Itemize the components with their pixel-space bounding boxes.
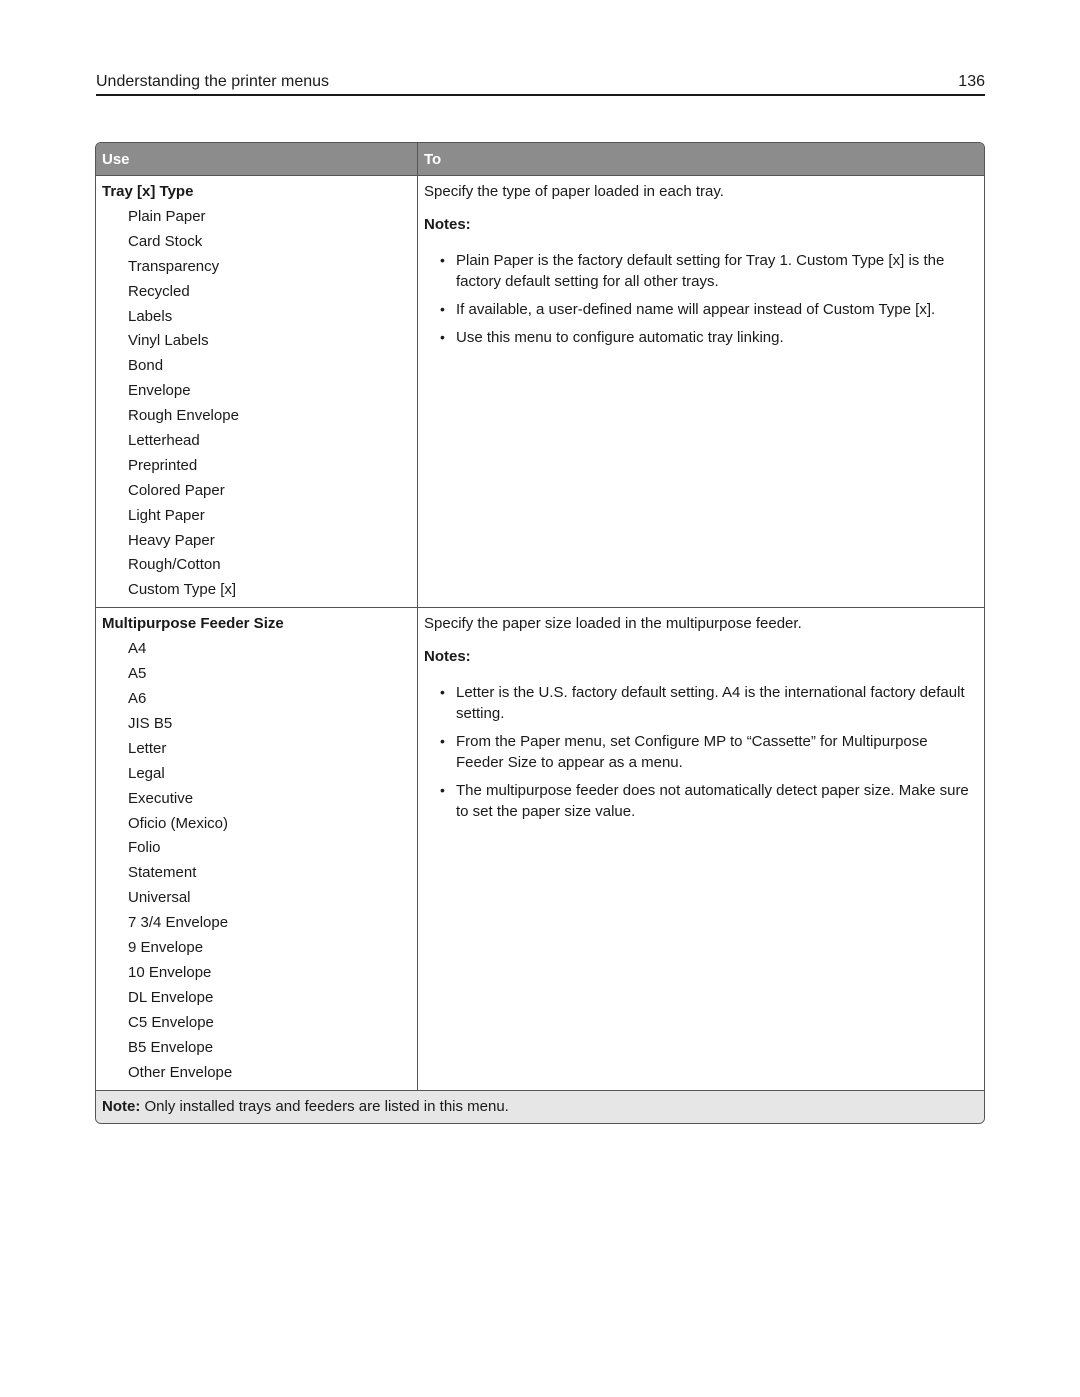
setting-name: Multipurpose Feeder Size — [102, 615, 284, 633]
note-text: Letter is the U.S. factory default setti… — [456, 684, 965, 723]
notes-list: • Plain Paper is the factory default sett… — [424, 250, 978, 348]
setting-option: Colored Paper — [128, 481, 225, 499]
bullet-icon: • — [440, 782, 445, 799]
note-item: • Plain Paper is the factory default sett… — [424, 250, 978, 292]
bullet-icon: • — [440, 301, 445, 317]
setting-option: Envelope — [128, 382, 191, 400]
setting-option: Executive — [128, 789, 194, 807]
setting-option: Statement — [128, 864, 197, 882]
setting-option: Plain Paper — [128, 208, 206, 225]
setting-option: 9 Envelope — [128, 939, 204, 957]
setting-option: Card Stock — [128, 232, 203, 250]
notes-label: Notes: — [424, 648, 471, 666]
setting-option: Light Paper — [128, 506, 205, 524]
use-cell: Tray [x] Type Plain Paper Card Stock Transp… — [96, 176, 418, 608]
menu-table: Use To Tray [x] Type Plain Paper Card Stoc… — [95, 142, 985, 1124]
setting-option: Legal — [128, 764, 165, 782]
note-item: • Letter is the U.S. factory default sett… — [424, 682, 978, 724]
setting-option: A6 — [128, 690, 147, 708]
note-item: • From the Paper menu, set Configure MP t… — [424, 731, 978, 773]
note-item: • The multipurpose feeder does not automa… — [424, 780, 978, 822]
table-row: Tray [x] Type Plain Paper Card Stock Transp… — [96, 176, 984, 609]
setting-option: Labels — [128, 307, 173, 325]
page-header: Understanding the printer menus 136 — [96, 68, 985, 96]
setting-option: Transparency — [128, 257, 220, 275]
setting-option: B5 Envelope — [128, 1038, 214, 1056]
table-footer-note: Note: Only installed trays and feeders a… — [96, 1090, 984, 1123]
setting-option: Other Envelope — [128, 1063, 233, 1081]
table-row: Multipurpose Feeder Size A4 A5 A6 JIS B5 Lett… — [96, 608, 984, 1091]
bullet-icon: • — [440, 329, 445, 345]
table-body: Tray [x] Type Plain Paper Card Stock Transp… — [96, 176, 984, 1091]
note-item: • Use this menu to configure automatic tr… — [424, 327, 978, 348]
setting-description: Specify the type of paper loaded in each… — [424, 183, 724, 200]
note-text: From the Paper menu, set Configure MP to… — [456, 733, 928, 772]
setting-option: Folio — [128, 839, 161, 857]
setting-option: Rough Envelope — [128, 407, 239, 425]
setting-option: Recycled — [128, 282, 190, 300]
column-header-use: Use — [96, 143, 418, 175]
setting-option: Rough/Cotton — [128, 556, 221, 574]
notes-list: • Letter is the U.S. factory default sett… — [424, 682, 978, 822]
setting-option: Bond — [128, 357, 164, 375]
column-header-to: To — [424, 151, 442, 168]
setting-option: Oficio (Mexico) — [128, 814, 229, 832]
setting-option: Heavy Paper — [128, 531, 215, 549]
page-number: 136 — [958, 73, 985, 90]
setting-option: 10 Envelope — [128, 963, 212, 981]
setting-option: Preprinted — [128, 456, 198, 474]
note-item: • If available, a user-defined name will … — [424, 299, 978, 320]
use-cell: Multipurpose Feeder Size A4 A5 A6 JIS B5 Lett… — [96, 608, 418, 1090]
footer-note-text: Only installed trays and feeders are lis… — [140, 1097, 509, 1115]
setting-option: A5 — [128, 665, 147, 683]
setting-option: Letterhead — [128, 432, 200, 450]
note-text: The multipurpose feeder does not automat… — [456, 782, 969, 821]
setting-option: C5 Envelope — [128, 1013, 214, 1031]
setting-description: Specify the paper size loaded in the mul… — [424, 615, 802, 633]
setting-option: 7 3/4 Envelope — [128, 914, 229, 932]
bullet-icon: • — [440, 684, 445, 701]
notes-label: Notes: — [424, 216, 471, 233]
setting-option: Universal — [128, 889, 191, 907]
note-text: Use this menu to configure automatic tra… — [456, 329, 784, 346]
to-cell: Specify the type of paper loaded in each… — [418, 176, 984, 607]
page-title: Understanding the printer menus — [96, 73, 330, 90]
bullet-icon: • — [440, 252, 445, 268]
setting-option: DL Envelope — [128, 988, 214, 1006]
setting-option: Custom Type [x] — [128, 581, 237, 599]
setting-name: Tray [x] Type — [102, 183, 194, 200]
setting-option: A4 — [128, 640, 147, 658]
setting-option: JIS B5 — [128, 715, 173, 733]
setting-option: Vinyl Labels — [128, 332, 209, 350]
note-text: Plain Paper is the factory default setti… — [456, 252, 945, 290]
bullet-icon: • — [440, 733, 445, 750]
setting-option: Letter — [128, 739, 167, 757]
note-text: If available, a user-defined name will a… — [456, 301, 936, 318]
to-cell: Specify the paper size loaded in the mul… — [418, 608, 984, 1089]
table-header: Use To — [96, 143, 984, 176]
footer-note-label: Note: — [102, 1097, 141, 1115]
